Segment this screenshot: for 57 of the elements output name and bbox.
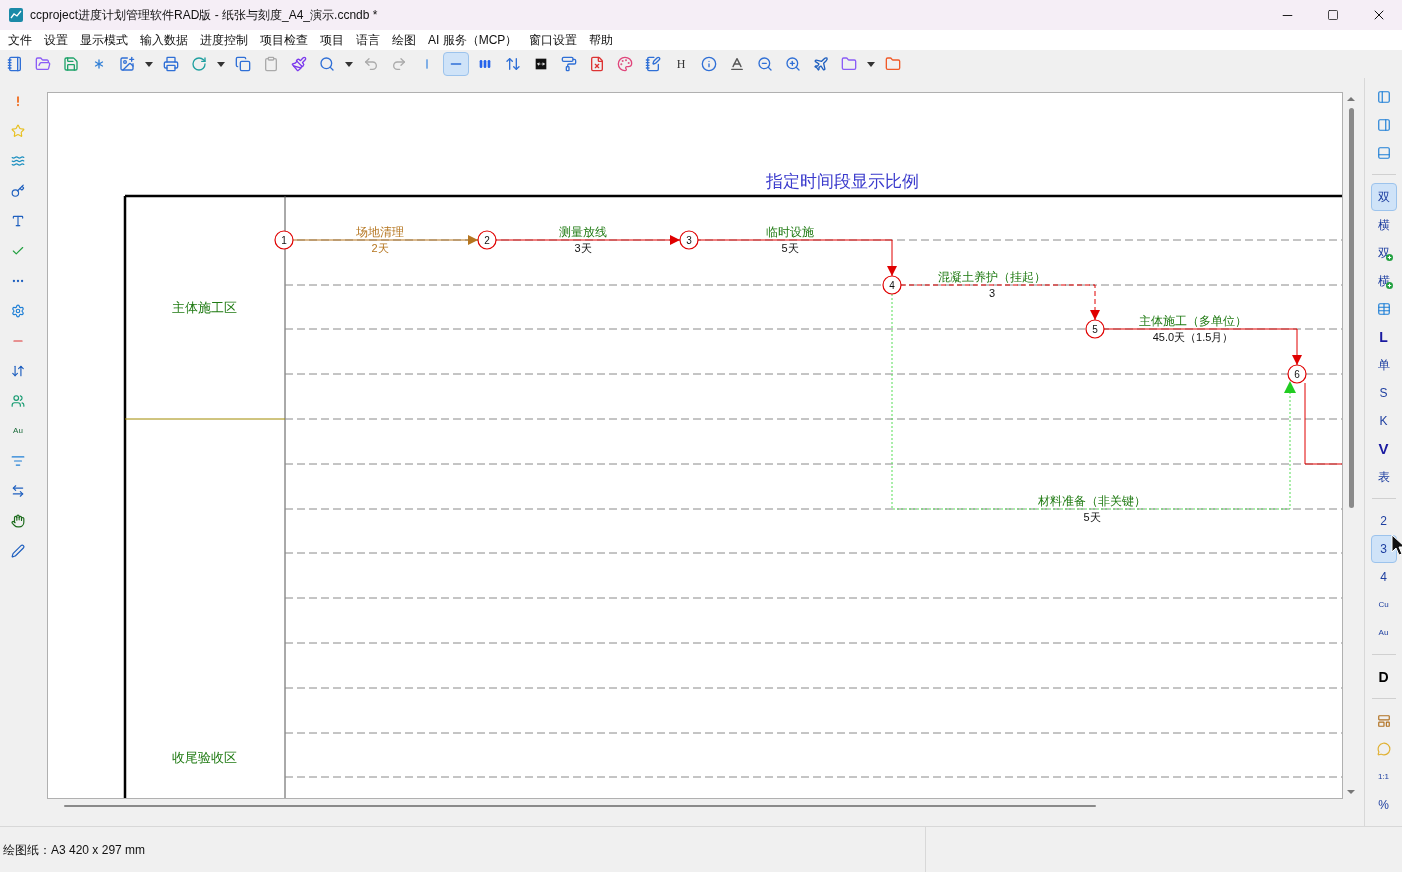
view-button[interactable]: 4 <box>1370 563 1397 591</box>
menu-item[interactable]: AI 服务（MCP） <box>428 30 518 50</box>
event-node[interactable]: 4 <box>882 275 902 295</box>
chart-title: 指定时间段显示比例 <box>765 172 919 191</box>
window-title: ccproject进度计划管理软件RAD版 - 纸张与刻度_A4_演示.ccndb * <box>30 7 378 24</box>
activity-arrow[interactable] <box>900 284 1100 321</box>
menu-item[interactable]: 绘图 <box>392 30 416 50</box>
menu-item[interactable]: 语言 <box>356 30 380 50</box>
view-button[interactable]: 双 <box>1370 183 1397 211</box>
view-button[interactable]: Cu <box>1370 591 1397 619</box>
view-button[interactable]: L <box>1370 323 1397 351</box>
activity-duration: 5天 <box>781 242 799 254</box>
menu-item[interactable]: 帮助 <box>589 30 614 50</box>
menu-item[interactable]: 输入数据 <box>140 30 188 50</box>
event-node[interactable]: 6 <box>1287 364 1307 384</box>
activity-duration: 3 <box>988 287 996 299</box>
tool-button[interactable]: Au <box>4 416 32 446</box>
view-button[interactable]: 1:1 <box>1370 763 1397 791</box>
view-button[interactable]: 单 <box>1370 351 1397 379</box>
activity-name: 测量放线 <box>559 225 607 239</box>
activity-arrow[interactable] <box>697 239 897 277</box>
activity-duration: 3天 <box>574 242 592 254</box>
app-logo-icon <box>9 8 23 22</box>
view-button[interactable]: % <box>1370 791 1397 819</box>
view-button[interactable]: 横 <box>1370 211 1397 239</box>
activity-duration: 5天 <box>1083 511 1101 523</box>
activity-name: 材料准备（非关键） <box>1038 494 1146 508</box>
view-button[interactable]: D <box>1370 663 1397 691</box>
menu-item[interactable]: 窗口设置 <box>529 30 578 50</box>
status-text: 绘图纸：A3 420 x 297 mm <box>0 827 926 872</box>
view-button[interactable]: Au <box>1370 619 1397 647</box>
event-node[interactable]: 5 <box>1085 319 1105 339</box>
view-button[interactable]: V <box>1370 435 1397 463</box>
activity-name: 主体施工（多单位） <box>1139 314 1247 328</box>
zone-label: 收尾验收区 <box>171 750 237 765</box>
activity-name: 混凝土养护（挂起） <box>938 270 1046 284</box>
menu-item[interactable]: 显示模式 <box>80 30 128 50</box>
view-button[interactable]: 表 <box>1370 463 1397 491</box>
activity-duration: 45.0天（1.5月） <box>1152 331 1234 343</box>
activity-arrow[interactable] <box>1103 328 1302 366</box>
event-node[interactable]: 2 <box>477 230 497 250</box>
event-node[interactable]: 3 <box>679 230 699 250</box>
view-button[interactable]: 2 <box>1370 507 1397 535</box>
menu-item[interactable]: 设置 <box>44 30 68 50</box>
view-button[interactable]: S <box>1370 379 1397 407</box>
toolbar-button[interactable]: H <box>669 52 693 76</box>
drawing-canvas[interactable]: 指定时间段显示比例 主体施工区 收尾验收区 场地清理 2天 测量放线 3天 临时设施 5天 混凝土养护（挂起） 3 主体施工（多单位） 45.0天（1.5月） 材料准备（非关键） 5天 1 2 3 4 5 6 <box>47 92 1343 799</box>
zone-label: 主体施工区 <box>171 300 237 315</box>
activity-name: 临时设施 <box>766 225 814 239</box>
menu-item[interactable]: 进度控制 <box>200 30 248 50</box>
menu-item[interactable]: 项目 <box>320 30 344 50</box>
activity-duration: 2天 <box>371 242 389 254</box>
menu-item[interactable]: 项目检查 <box>260 30 308 50</box>
event-node[interactable]: 1 <box>274 230 294 250</box>
view-button[interactable]: K <box>1370 407 1397 435</box>
activity-name: 场地清理 <box>356 225 404 239</box>
menu-item[interactable]: 文件 <box>8 30 32 50</box>
